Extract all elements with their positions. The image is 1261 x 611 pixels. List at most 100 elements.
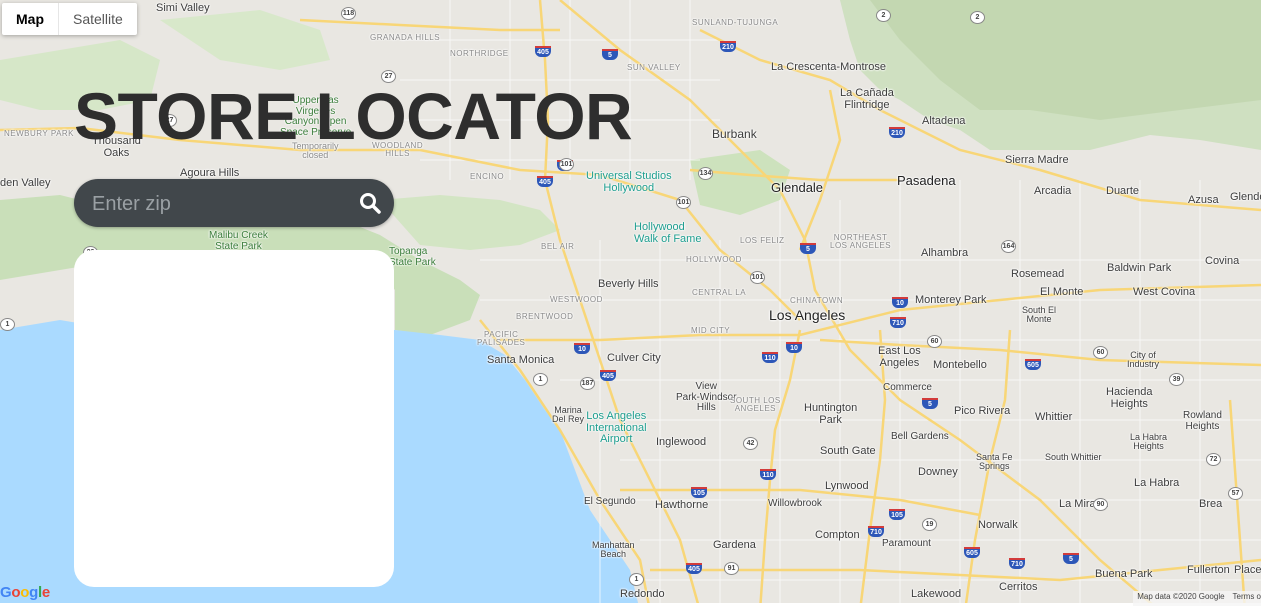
park-label: Topanga State Park [389, 246, 436, 268]
route-shield: 72 [1206, 453, 1221, 466]
place-label: Downey [918, 466, 958, 478]
place-label: Norwalk [978, 519, 1018, 531]
place-label: NORTHEAST LOS ANGELES [830, 233, 892, 251]
place-label: Redondo [620, 588, 665, 600]
place-label: Inglewood [656, 436, 707, 448]
google-logo: Google [0, 584, 50, 601]
place-label: BRENTWOOD [516, 312, 574, 321]
interstate-shield: 405 [686, 563, 702, 574]
zip-search-bar [74, 179, 394, 229]
place-label: Brea [1199, 498, 1223, 510]
place-label: Burbank [712, 127, 757, 141]
route-shield: 101 [676, 196, 691, 209]
place-label: El Monte [1040, 286, 1084, 298]
place-label: Gardena [713, 539, 756, 551]
place-label: Culver City [607, 352, 661, 364]
interstate-shield: 5 [922, 398, 938, 409]
map-attribution: Map data ©2020 Google Terms o [1133, 591, 1261, 606]
route-shield: 134 [698, 167, 713, 180]
route-shield: 2 [876, 9, 891, 22]
place-label: City of Industry [1127, 350, 1160, 370]
interstate-shield: 605 [1025, 359, 1041, 370]
zip-search-input[interactable] [90, 179, 344, 229]
route-shield: 39 [1169, 373, 1184, 386]
interstate-shield: 110 [760, 469, 776, 480]
place-label: Azusa [1188, 194, 1219, 206]
place-label: Lynwood [825, 480, 869, 492]
place-label: La Habra Heights [1130, 432, 1168, 452]
park-label: Malibu Creek State Park [209, 230, 268, 252]
route-shield: 187 [580, 377, 595, 390]
interstate-shield: 710 [890, 317, 906, 328]
place-label: WESTWOOD [550, 295, 603, 304]
place-label: Altadena [922, 115, 966, 127]
bottom-strip [0, 603, 1261, 611]
place-label: Duarte [1106, 185, 1140, 197]
place-label: Arcadia [1034, 185, 1072, 197]
place-label: Pasadena [897, 173, 956, 188]
place-label: Compton [815, 529, 860, 541]
interstate-shield: 210 [720, 41, 736, 52]
interstate-shield: 210 [889, 127, 905, 138]
place-label: Beverly Hills [598, 278, 659, 290]
place-label: Fullerton [1187, 564, 1230, 576]
place-label: Paramount [882, 538, 931, 549]
place-label: Hawthorne [655, 499, 709, 511]
interstate-shield: 405 [600, 370, 616, 381]
place-label: Glendo [1230, 191, 1261, 203]
interstate-shield: 110 [762, 352, 778, 363]
interstate-shield: 5 [1063, 553, 1079, 564]
place-label: CENTRAL LA [692, 288, 747, 297]
place-label: Rosemead [1011, 268, 1065, 280]
interstate-shield: 105 [691, 487, 707, 498]
place-label: NEWBURY PARK [4, 129, 75, 138]
poi-label: Universal Studios Hollywood [586, 170, 672, 194]
place-label: CHINATOWN [790, 296, 844, 305]
place-label: West Covina [1133, 286, 1196, 298]
place-label: Lakewood [911, 588, 962, 600]
place-label: Huntington Park [804, 402, 858, 426]
place-label: MID CITY [691, 326, 731, 335]
poi-label: Hollywood Walk of Fame [634, 221, 702, 245]
interstate-shield: 5 [800, 243, 816, 254]
place-label: La Habra [1134, 477, 1180, 489]
interstate-shield: 405 [535, 46, 551, 57]
place-label: Bell Gardens [891, 431, 949, 442]
place-label: ENCINO [470, 172, 505, 181]
place-label: SUNLAND-TUJUNGA [692, 18, 779, 27]
place-label: Sierra Madre [1005, 154, 1069, 166]
route-shield: 60 [1093, 346, 1108, 359]
map-type-satellite-button[interactable]: Satellite [59, 3, 137, 35]
place-label: Hacienda Heights [1106, 386, 1153, 410]
search-button[interactable] [358, 191, 382, 215]
page-title: STORE LOCATOR [74, 79, 633, 153]
route-shield: 60 [927, 335, 942, 348]
route-shield: 42 [743, 437, 758, 450]
poi-label: Los Angeles International Airport [586, 410, 647, 446]
place-label: South Gate [820, 445, 876, 457]
place-label: SUN VALLEY [627, 63, 681, 72]
place-label: Rowland Heights [1183, 410, 1222, 432]
place-label: Cerritos [999, 581, 1038, 593]
place-label: El Segundo [584, 496, 636, 507]
place-label: Pico Rivera [954, 405, 1011, 417]
place-label: View Park-Windsor Hills [676, 381, 737, 413]
interstate-shield: 5 [602, 49, 618, 60]
interstate-shield: 10 [786, 342, 802, 353]
place-label: PACIFIC PALISADES [477, 330, 526, 348]
route-shield: 101 [750, 271, 765, 284]
interstate-shield: 405 [537, 176, 553, 187]
place-label: Marina Del Rey [552, 405, 585, 425]
map-type-map-button[interactable]: Map [2, 3, 59, 35]
route-shield: 164 [1001, 240, 1016, 253]
route-shield: 1 [629, 573, 644, 586]
place-label: Santa Fe Springs [976, 452, 1013, 472]
place-label: Simi Valley [156, 2, 210, 14]
search-icon [360, 193, 381, 214]
route-shield: 57 [1228, 487, 1243, 500]
place-label: Willowbrook [768, 498, 822, 509]
route-shield: 1 [0, 318, 15, 331]
place-label: BEL AIR [541, 242, 575, 251]
place-label: Manhattan Beach [592, 540, 635, 560]
terms-link[interactable]: Terms o [1233, 592, 1261, 606]
